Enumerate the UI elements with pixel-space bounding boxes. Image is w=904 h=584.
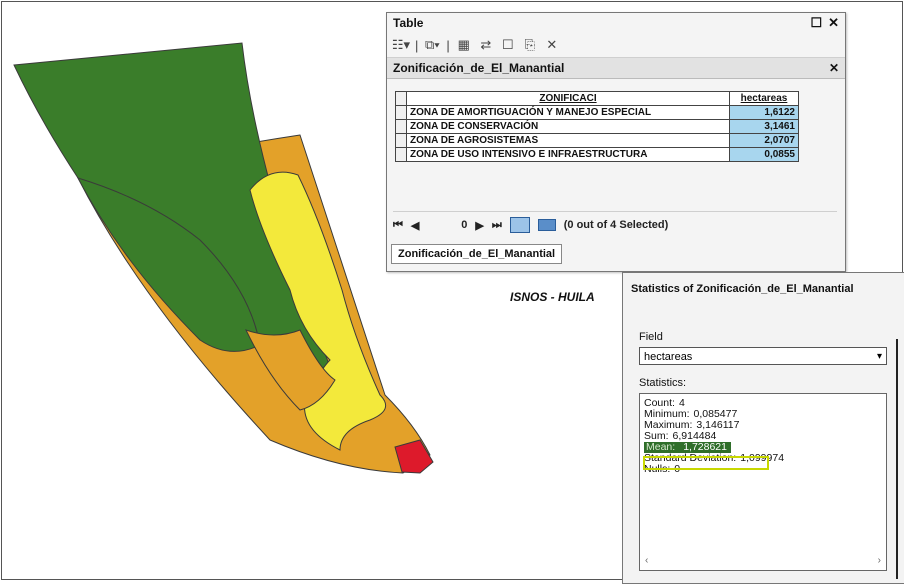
switch-selection-icon[interactable]: ⇄ bbox=[478, 37, 494, 53]
row-selector[interactable] bbox=[395, 119, 407, 134]
attribute-table-window[interactable]: Table ☐ ✕ ☷▾ | ⧉▾ | ▦ ⇄ ☐ ⎘ ✕ Zonificaci… bbox=[386, 12, 846, 272]
previous-record-icon[interactable]: ◀ bbox=[411, 219, 419, 232]
column-header-hectareas[interactable]: hectareas bbox=[729, 91, 799, 106]
table-row[interactable]: ZONA DE AMORTIGUACIÓN Y MANEJO ESPECIAL … bbox=[395, 105, 799, 120]
field-label: Field bbox=[639, 331, 663, 343]
cell-zonificaci[interactable]: ZONA DE AMORTIGUACIÓN Y MANEJO ESPECIAL bbox=[406, 105, 730, 120]
show-selected-records-icon[interactable] bbox=[537, 219, 556, 231]
scroll-left-icon[interactable]: ‹ bbox=[645, 555, 648, 569]
zone-intensive-use-area bbox=[394, 439, 434, 474]
selection-status: (0 out of 4 Selected) bbox=[563, 219, 669, 231]
table-layer-name: Zonificación_de_El_Manantial bbox=[393, 61, 565, 75]
record-position-field[interactable]: 0 bbox=[427, 219, 467, 231]
mean-highlight bbox=[643, 456, 769, 470]
clear-selection-icon[interactable]: ☐ bbox=[500, 37, 516, 53]
statistics-window[interactable]: Statistics of Zonificación_de_El_Mananti… bbox=[622, 272, 904, 584]
cell-hectareas[interactable]: 3,1461 bbox=[729, 119, 799, 134]
table-tab[interactable]: Zonificación_de_El_Manantial bbox=[391, 244, 563, 264]
table-toolbar: ☷▾ | ⧉▾ | ▦ ⇄ ☐ ⎘ ✕ bbox=[387, 33, 845, 58]
toolbar-separator: | bbox=[415, 37, 419, 53]
cell-zonificaci[interactable]: ZONA DE AGROSISTEMAS bbox=[406, 133, 730, 148]
table-window-title: Table bbox=[393, 16, 424, 30]
attribute-table: ZONIFICACI hectareas ZONA DE AMORTIGUACI… bbox=[395, 91, 799, 162]
cell-zonificaci[interactable]: ZONA DE USO INTENSIVO E INFRAESTRUCTURA bbox=[406, 147, 730, 162]
row-selector-header[interactable] bbox=[395, 91, 407, 106]
statistics-window-title: Statistics of Zonificación_de_El_Mananti… bbox=[631, 283, 854, 295]
delete-selected-icon[interactable]: ✕ bbox=[544, 37, 560, 53]
cell-hectareas[interactable]: 2,0707 bbox=[729, 133, 799, 148]
table-row[interactable]: ZONA DE AGROSISTEMAS 2,0707 bbox=[395, 133, 799, 148]
close-table-tab-icon[interactable]: ✕ bbox=[829, 61, 839, 75]
table-tab-header: Zonificación_de_El_Manantial ✕ bbox=[387, 58, 845, 79]
table-options-icon[interactable]: ☷▾ bbox=[392, 37, 410, 53]
window-edge bbox=[896, 339, 898, 579]
row-selector[interactable] bbox=[395, 147, 407, 162]
cell-hectareas[interactable]: 1,6122 bbox=[729, 105, 799, 120]
maximize-icon[interactable]: ☐ bbox=[810, 15, 822, 31]
map-location-label: ISNOS - HUILA bbox=[510, 290, 595, 304]
table-row[interactable]: ZONA DE USO INTENSIVO E INFRAESTRUCTURA … bbox=[395, 147, 799, 162]
close-icon[interactable]: ✕ bbox=[828, 15, 839, 31]
first-record-icon[interactable]: ⏮ bbox=[393, 219, 403, 232]
toolbar-separator: | bbox=[446, 37, 450, 53]
horizontal-scrollbar[interactable]: ‹ › bbox=[639, 555, 887, 569]
stat-row-sum: Sum: 6,914484 bbox=[640, 431, 886, 442]
row-selector[interactable] bbox=[395, 133, 407, 148]
row-selector[interactable] bbox=[395, 105, 407, 120]
next-record-icon[interactable]: ▶ bbox=[475, 219, 483, 232]
field-dropdown[interactable]: hectareas ▾ bbox=[639, 347, 887, 365]
table-row[interactable]: ZONA DE CONSERVACIÓN 3,1461 bbox=[395, 119, 799, 134]
scroll-right-icon[interactable]: › bbox=[878, 555, 881, 569]
column-header-zonificaci[interactable]: ZONIFICACI bbox=[406, 91, 730, 106]
select-by-attributes-icon[interactable]: ▦ bbox=[456, 37, 472, 53]
last-record-icon[interactable]: ⏭ bbox=[492, 219, 502, 232]
cell-hectareas[interactable]: 0,0855 bbox=[729, 147, 799, 162]
cell-zonificaci[interactable]: ZONA DE CONSERVACIÓN bbox=[406, 119, 730, 134]
statistics-label: Statistics: bbox=[639, 377, 687, 389]
field-dropdown-value: hectareas bbox=[644, 351, 693, 363]
show-all-records-icon[interactable] bbox=[509, 217, 530, 233]
record-navigation: ⏮ ◀ 0 ▶ ⏭ (0 out of 4 Selected) bbox=[393, 217, 668, 233]
chevron-down-icon[interactable]: ▾ bbox=[877, 348, 882, 366]
table-window-titlebar[interactable]: Table ☐ ✕ bbox=[387, 13, 845, 33]
related-tables-icon[interactable]: ⧉▾ bbox=[424, 37, 440, 53]
statistics-list[interactable]: Count: 4 Minimum: 0,085477 Maximum: 3,14… bbox=[639, 393, 887, 571]
copy-selected-icon[interactable]: ⎘ bbox=[522, 37, 538, 53]
